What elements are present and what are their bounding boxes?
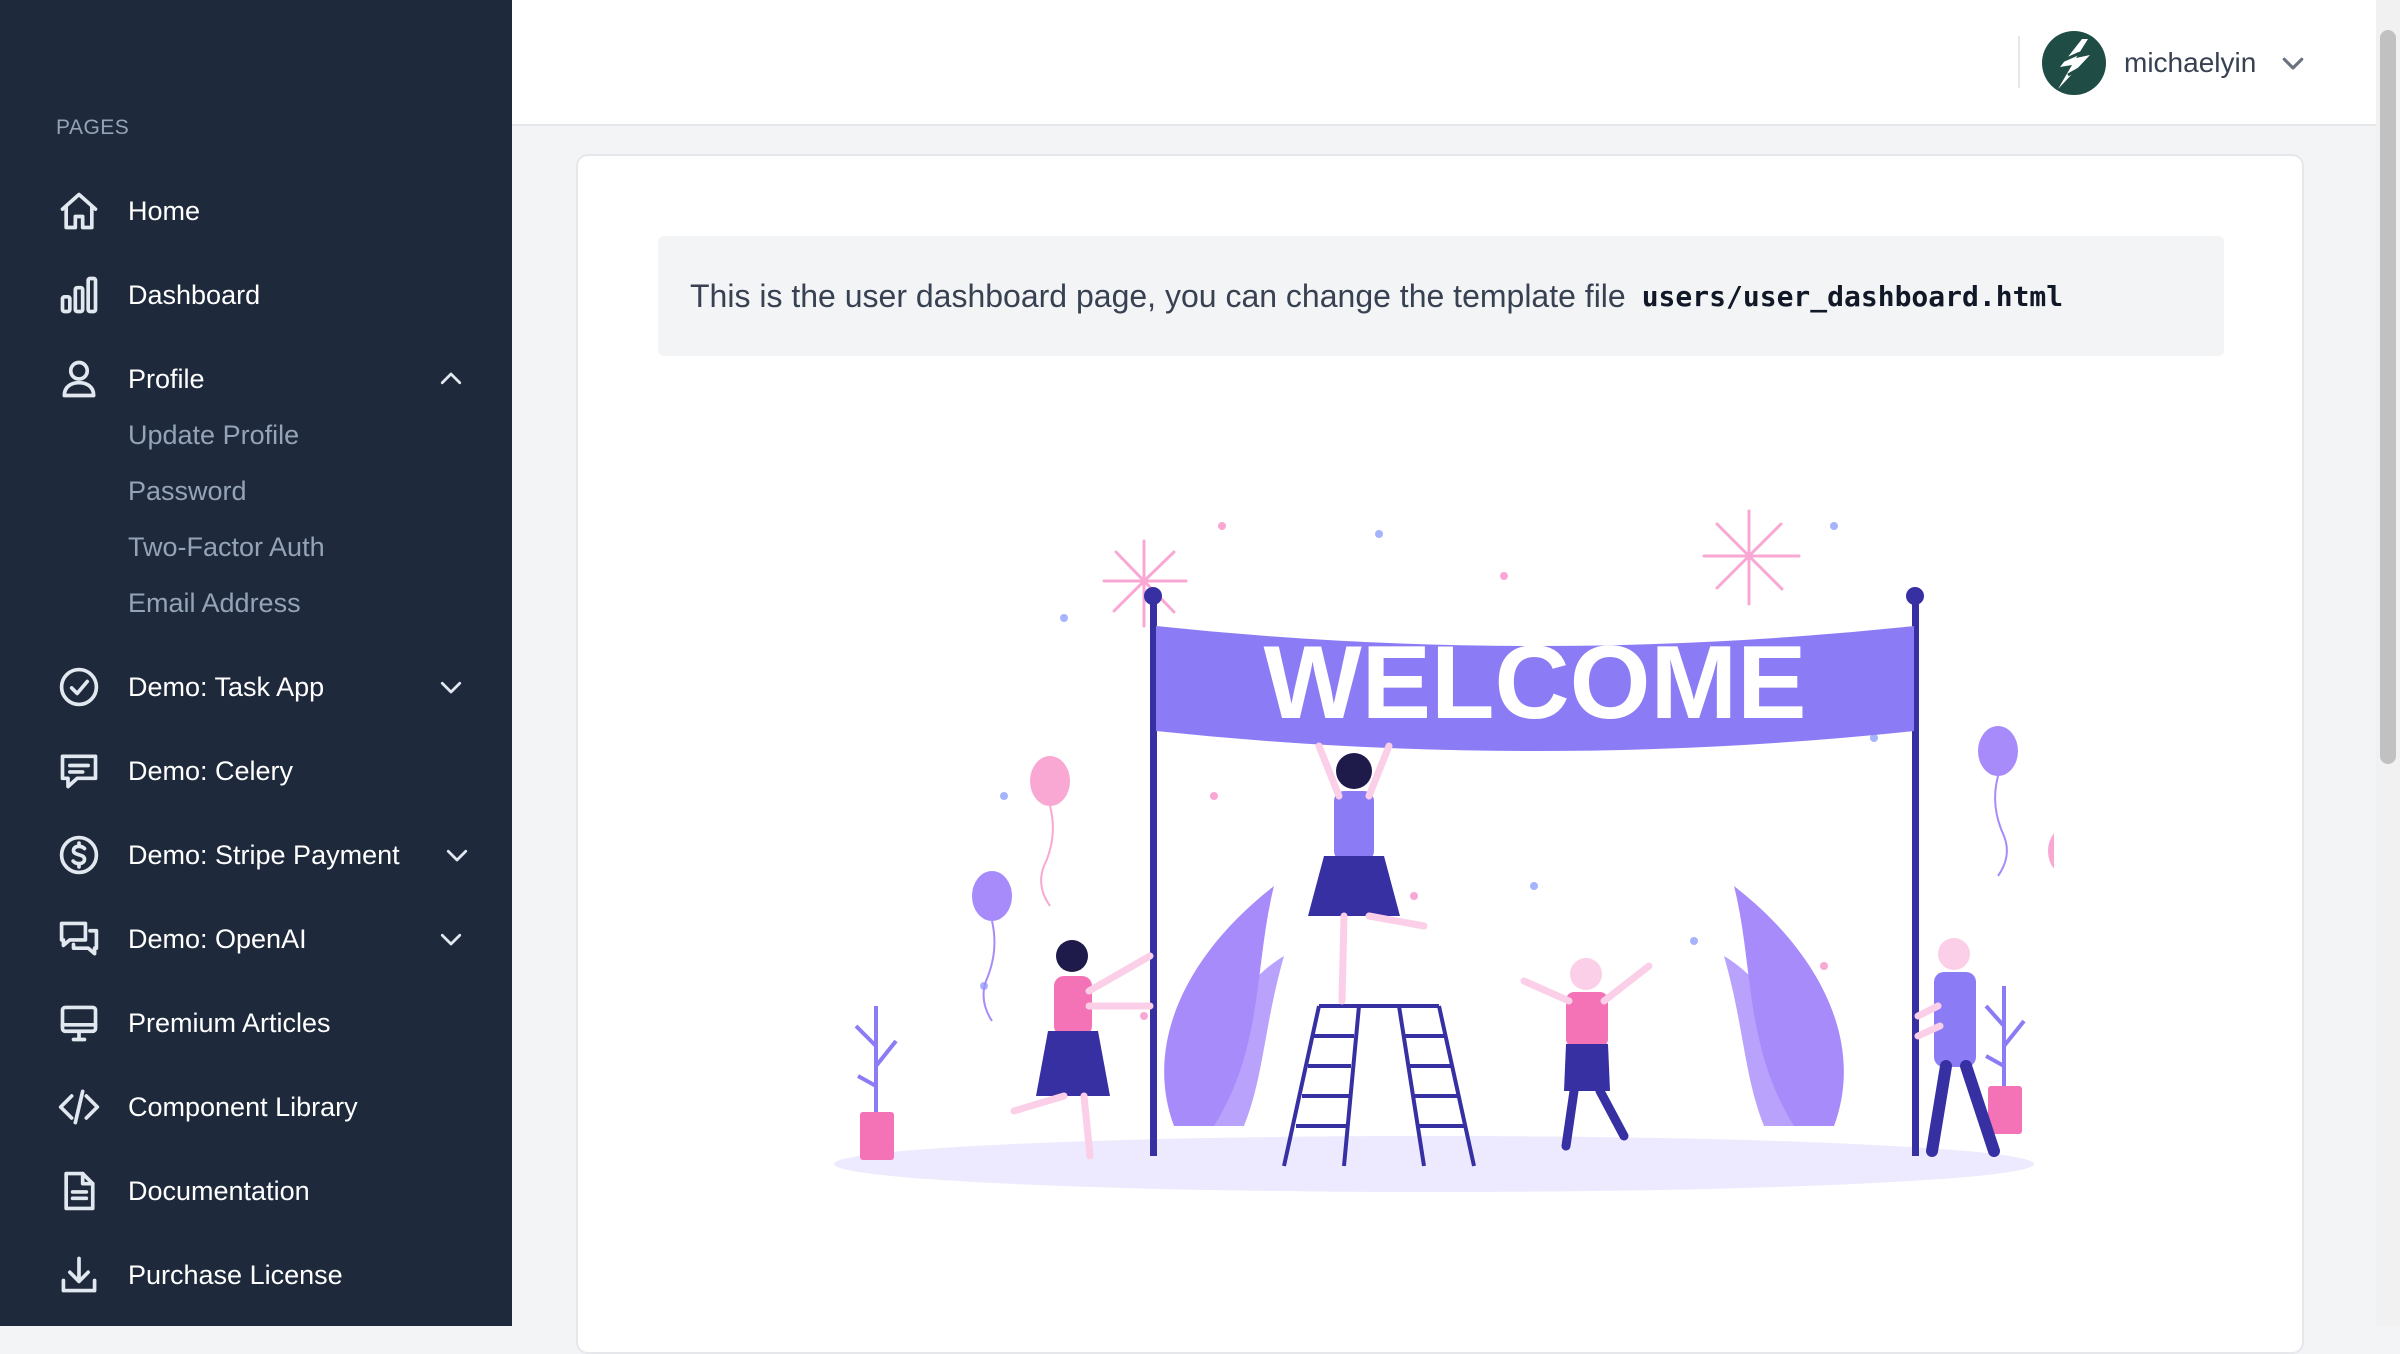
sidebar-item-dashboard[interactable]: Dashboard bbox=[56, 265, 466, 325]
sidebar-item-demo-task-app[interactable]: Demo: Task App bbox=[56, 657, 466, 717]
home-icon bbox=[56, 188, 102, 234]
download-icon bbox=[56, 1252, 102, 1298]
notice-text: This is the user dashboard page, you can… bbox=[690, 277, 1626, 314]
sidebar-subitem-email-address[interactable]: Email Address bbox=[128, 588, 301, 619]
sidebar-item-premium-articles[interactable]: Premium Articles bbox=[56, 993, 466, 1053]
person-right bbox=[1914, 938, 2000, 1157]
balloon-purple-left bbox=[972, 871, 1012, 1022]
person-center bbox=[1520, 958, 1653, 1151]
plant-left bbox=[1164, 886, 1284, 1126]
sidebar-item-label: Demo: Task App bbox=[128, 671, 325, 702]
banner-pole-left bbox=[1150, 596, 1157, 1156]
sidebar-item-label: Demo: Celery bbox=[128, 755, 294, 786]
bar-chart-icon bbox=[56, 272, 102, 318]
check-circle-icon bbox=[56, 664, 102, 710]
person-left bbox=[1010, 940, 1154, 1160]
chevron-down-icon bbox=[442, 840, 472, 870]
sidebar-item-label: Profile bbox=[128, 363, 205, 394]
sidebar-item-documentation[interactable]: Documentation bbox=[56, 1161, 466, 1221]
topbar-divider bbox=[2018, 36, 2020, 88]
chevron-down-icon[interactable] bbox=[2278, 48, 2308, 78]
firework-right bbox=[1702, 509, 1801, 606]
balloon-purple-right bbox=[1978, 726, 2018, 877]
dashboard-card: This is the user dashboard page, you can… bbox=[576, 154, 2304, 1354]
potted-plant-left bbox=[854, 1006, 898, 1160]
sidebar-item-component-library[interactable]: Component Library bbox=[56, 1077, 466, 1137]
sidebar-item-label: Purchase License bbox=[128, 1259, 343, 1290]
sidebar-item-label: Demo: OpenAI bbox=[128, 923, 307, 954]
chat-bubbles-icon bbox=[56, 916, 102, 962]
file-text-icon bbox=[56, 1168, 102, 1214]
monitor-icon bbox=[56, 1000, 102, 1046]
sidebar-item-label: Home bbox=[128, 195, 201, 226]
welcome-banner-text: WELCOME bbox=[1263, 625, 1806, 741]
balloon-pink-right bbox=[2048, 833, 2054, 869]
chevron-down-icon bbox=[436, 672, 466, 702]
user-icon bbox=[56, 356, 102, 402]
sidebar-item-label: Dashboard bbox=[128, 279, 261, 310]
sidebar-item-demo-stripe-payment[interactable]: Demo: Stripe Payment bbox=[56, 825, 468, 885]
firework-left bbox=[1102, 539, 1188, 628]
sidebar: PAGES Home Dashboard Profile Update Prof… bbox=[0, 0, 512, 1326]
welcome-illustration: WELCOME bbox=[834, 509, 2054, 1192]
template-notice: This is the user dashboard page, you can… bbox=[658, 236, 2224, 356]
sidebar-item-label: Demo: Stripe Payment bbox=[128, 839, 400, 870]
page-scrollbar[interactable] bbox=[2376, 0, 2400, 1326]
sidebar-subitem-two-factor-auth[interactable]: Two-Factor Auth bbox=[128, 532, 325, 563]
user-menu-button[interactable]: michaelyin bbox=[2042, 28, 2308, 98]
notice-template-path: users/user_dashboard.html bbox=[1641, 279, 2064, 313]
topbar: michaelyin bbox=[512, 0, 2376, 126]
potted-plant-right bbox=[1984, 986, 2026, 1134]
sidebar-item-purchase-license[interactable]: Purchase License bbox=[56, 1245, 466, 1305]
sidebar-item-label: Premium Articles bbox=[128, 1007, 331, 1038]
plant-right bbox=[1724, 886, 1844, 1126]
avatar[interactable] bbox=[2042, 31, 2106, 95]
sidebar-subitem-update-profile[interactable]: Update Profile bbox=[128, 420, 299, 451]
chevron-up-icon bbox=[436, 364, 466, 394]
sidebar-item-home[interactable]: Home bbox=[56, 181, 466, 241]
sidebar-item-demo-celery[interactable]: Demo: Celery bbox=[56, 741, 466, 801]
username[interactable]: michaelyin bbox=[2124, 47, 2256, 79]
message-square-icon bbox=[56, 748, 102, 794]
sidebar-item-label: Documentation bbox=[128, 1175, 310, 1206]
scrollbar-thumb[interactable] bbox=[2380, 30, 2396, 764]
dollar-circle-icon bbox=[56, 832, 102, 878]
sidebar-subitem-password[interactable]: Password bbox=[128, 476, 247, 507]
chevron-down-icon bbox=[436, 924, 466, 954]
balloon-pink-left bbox=[1030, 756, 1070, 907]
sidebar-item-demo-openai[interactable]: Demo: OpenAI bbox=[56, 909, 466, 969]
lightning-bolt-icon bbox=[2058, 39, 2090, 89]
person-on-ladder bbox=[1308, 742, 1428, 1005]
code-icon bbox=[56, 1084, 102, 1130]
sidebar-section-label: PAGES bbox=[56, 116, 130, 139]
sidebar-item-label: Component Library bbox=[128, 1091, 358, 1122]
sidebar-item-profile[interactable]: Profile bbox=[56, 349, 466, 409]
